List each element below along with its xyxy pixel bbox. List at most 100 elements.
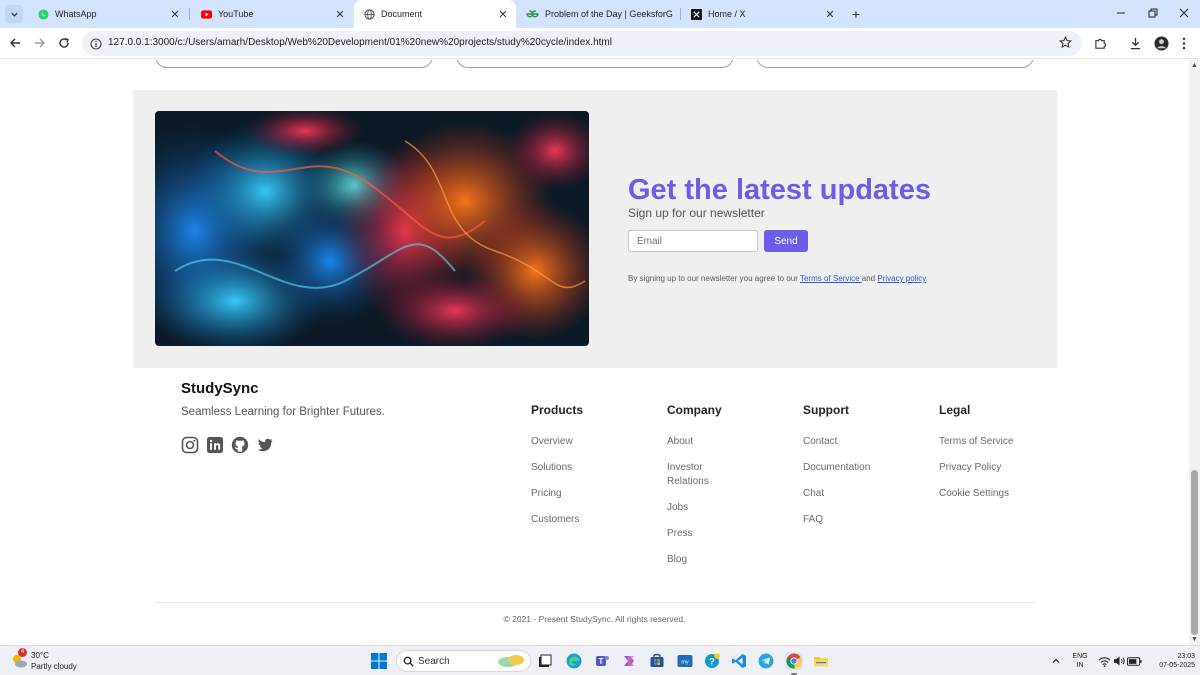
browser-menu-button[interactable]	[1175, 34, 1193, 52]
system-clock[interactable]: 23:03 07-05-2025	[1141, 652, 1195, 670]
taskbar-search-box[interactable]: Search	[396, 650, 531, 672]
arrow-right-icon	[35, 38, 45, 48]
scrollbar-thumb[interactable]	[1191, 470, 1198, 635]
newsletter-subheading: Sign up for our newsletter	[628, 206, 765, 220]
close-icon[interactable]: ✕	[333, 7, 347, 21]
chevron-down-icon	[10, 12, 18, 17]
email-field[interactable]	[628, 230, 758, 252]
region-code: IN	[1076, 662, 1084, 669]
twitter-icon[interactable]	[256, 436, 274, 454]
close-icon[interactable]: ✕	[496, 7, 510, 21]
page-scrollbar[interactable]: ▲ ▼	[1189, 60, 1200, 645]
start-button[interactable]	[370, 652, 388, 670]
feature-card	[456, 60, 734, 68]
new-tab-button[interactable]: +	[848, 6, 864, 22]
whatsapp-icon	[38, 8, 49, 20]
chrome-icon[interactable]	[785, 652, 803, 670]
send-button[interactable]: Send	[764, 230, 808, 252]
minimize-button[interactable]	[1111, 4, 1131, 22]
clock-date: 07-05-2025	[1159, 662, 1195, 669]
copyright-text: © 2021 - Present StudySync. All rights r…	[503, 614, 686, 624]
weather-condition: Partly cloudy	[31, 662, 77, 671]
footer-link[interactable]: Terms of Service	[939, 435, 1049, 449]
github-icon[interactable]	[231, 436, 249, 454]
close-icon[interactable]: ✕	[168, 7, 182, 21]
tab-title: YouTube	[218, 9, 254, 19]
footer-column-title: Products	[531, 403, 584, 417]
footer-column-title: Company	[667, 403, 722, 417]
footer-link[interactable]: Investor Relations	[667, 461, 739, 488]
footer-link[interactable]: Customers	[531, 513, 603, 527]
clock-time: 23:03	[1177, 653, 1195, 660]
close-icon[interactable]: ✕	[823, 7, 837, 21]
footer-link[interactable]: Contact	[803, 435, 913, 449]
profile-button[interactable]	[1152, 34, 1170, 52]
extensions-button[interactable]	[1091, 34, 1109, 52]
edge-browser-icon[interactable]	[565, 652, 583, 670]
mysql-workbench-icon[interactable]: my	[676, 652, 694, 670]
downloads-button[interactable]	[1126, 34, 1144, 52]
search-label: Search	[418, 656, 450, 667]
microsoft-store-icon[interactable]	[648, 652, 666, 670]
tab-youtube[interactable]: YouTube ✕	[191, 0, 353, 28]
window-close-button[interactable]	[1174, 4, 1194, 22]
footer-column-company: Company About Investor Relations Jobs Pr…	[667, 403, 787, 579]
footer-link[interactable]: Solutions	[531, 461, 603, 475]
show-hidden-icons-chevron-up-icon[interactable]	[1047, 652, 1065, 670]
tab-search-button[interactable]	[5, 5, 23, 23]
back-button[interactable]	[6, 34, 24, 52]
windows-taskbar: 4 30°C Partly cloudy Search T my ? ENG I…	[0, 645, 1200, 675]
scroll-down-arrow-icon[interactable]: ▼	[1191, 636, 1198, 643]
reload-button[interactable]	[55, 34, 73, 52]
tab-whatsapp[interactable]: WhatsApp ✕	[28, 0, 188, 28]
newsletter-heading: Get the latest updates	[628, 174, 931, 206]
terms-of-service-link[interactable]: Terms of Service	[800, 274, 862, 283]
language-indicator[interactable]: ENG IN	[1068, 652, 1092, 670]
task-view-icon[interactable]	[536, 652, 554, 670]
footer-link[interactable]: Jobs	[667, 501, 739, 515]
footer-link[interactable]: Documentation	[803, 461, 913, 475]
info-icon[interactable]	[90, 37, 102, 55]
teams-icon[interactable]: T	[593, 652, 611, 670]
newsletter-legal-text: By signing up to our newsletter you agre…	[628, 274, 926, 283]
instagram-icon[interactable]	[181, 436, 199, 454]
forward-button[interactable]	[31, 34, 49, 52]
vscode-icon[interactable]	[730, 652, 748, 670]
file-explorer-icon[interactable]	[812, 652, 830, 670]
search-highlight-icon	[498, 655, 524, 667]
linkedin-icon[interactable]	[206, 436, 224, 454]
scroll-up-arrow-icon[interactable]: ▲	[1191, 62, 1198, 69]
footer-link[interactable]: Privacy Policy	[939, 461, 1049, 475]
tab-x[interactable]: Home / X ✕	[681, 0, 843, 28]
more-vertical-icon	[1182, 37, 1186, 49]
restore-icon	[1148, 8, 1158, 18]
footer-column-products: Products Overview Solutions Pricing Cust…	[531, 403, 651, 539]
telegram-icon[interactable]	[757, 652, 775, 670]
get-help-icon[interactable]: ?	[703, 652, 721, 670]
tab-geeksforgeeks[interactable]: Problem of the Day | GeeksforG	[516, 0, 679, 28]
close-icon	[1179, 8, 1189, 18]
brand-tagline: Seamless Learning for Brighter Futures.	[181, 406, 385, 418]
footer-link[interactable]: Pricing	[531, 487, 603, 501]
footer-link[interactable]: FAQ	[803, 513, 913, 527]
footer-link[interactable]: Cookie Settings	[939, 487, 1049, 501]
footer-column-title: Support	[803, 403, 849, 417]
footer-link[interactable]: Blog	[667, 553, 739, 567]
svg-text:my: my	[681, 660, 689, 666]
restore-button[interactable]	[1143, 4, 1163, 22]
brand-name[interactable]: StudySync	[181, 380, 259, 397]
footer-link[interactable]: Chat	[803, 487, 913, 501]
footer-link[interactable]: Overview	[531, 435, 603, 449]
reload-icon	[59, 37, 69, 48]
page-viewport: Get the latest updates Sign up for our n…	[0, 60, 1189, 645]
download-icon	[1130, 37, 1140, 49]
tab-divider	[189, 8, 190, 20]
privacy-policy-link[interactable]: Privacy policy	[877, 274, 926, 283]
footer-link[interactable]: Press	[667, 527, 739, 541]
tab-document[interactable]: Document ✕	[354, 0, 516, 28]
bookmark-star-icon[interactable]	[1058, 35, 1073, 54]
address-bar[interactable]: 127.0.0.1:3000/c:/Users/amarh/Desktop/We…	[82, 31, 1082, 56]
copilot-icon[interactable]	[620, 652, 638, 670]
footer-link[interactable]: About	[667, 435, 739, 449]
footer-column-legal: Legal Terms of Service Privacy Policy Co…	[939, 403, 1059, 513]
